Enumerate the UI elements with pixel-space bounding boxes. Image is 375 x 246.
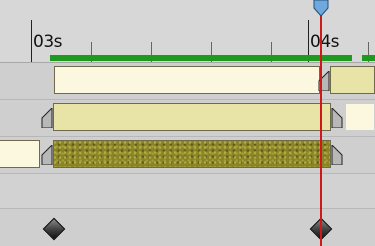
layer-duration-bar[interactable] xyxy=(53,103,331,131)
layer-track-keyframes xyxy=(0,209,375,246)
playhead-marker-icon[interactable] xyxy=(313,0,329,18)
layer-in-point-handle[interactable] xyxy=(41,145,53,165)
keyframe-diamond-icon[interactable] xyxy=(42,217,66,241)
layer-out-point-handle[interactable] xyxy=(331,145,343,165)
layer-duration-bar[interactable] xyxy=(54,66,320,94)
layer-track-4 xyxy=(0,174,375,209)
timeline-panel: 03s 04s xyxy=(0,0,375,246)
layer-trailing-area xyxy=(345,103,375,131)
layer-leading-area xyxy=(0,140,40,168)
playhead-line[interactable] xyxy=(320,14,322,246)
layer-duration-bar-textured[interactable] xyxy=(53,140,331,168)
ruler-label-04s: 04s xyxy=(310,32,340,52)
layer-track-3 xyxy=(0,137,375,174)
layer-in-point-handle[interactable] xyxy=(41,108,53,128)
layer-track-1 xyxy=(0,63,375,100)
ruler-label-03s: 03s xyxy=(33,32,63,52)
work-area-gap xyxy=(352,55,362,61)
layer-out-point-handle[interactable] xyxy=(331,108,343,128)
layer-track-2 xyxy=(0,100,375,137)
layer-duration-bar-next[interactable] xyxy=(330,66,375,94)
work-area-bar[interactable] xyxy=(50,55,375,61)
ruler-tick xyxy=(31,20,32,62)
